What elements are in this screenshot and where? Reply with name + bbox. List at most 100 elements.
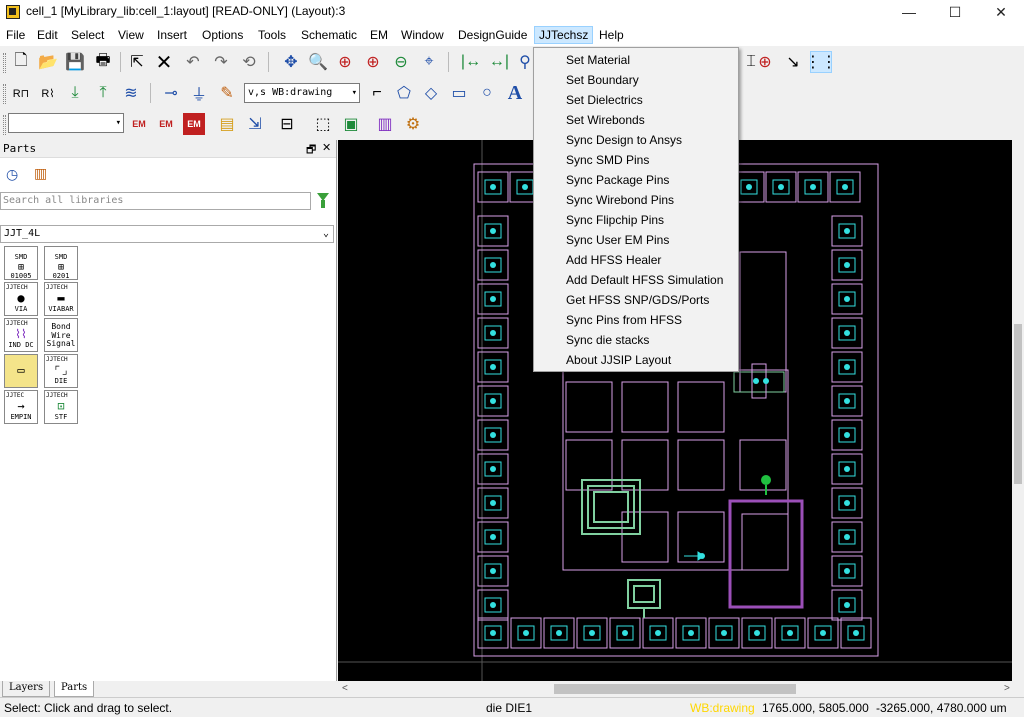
toolbar-grip[interactable] — [3, 53, 6, 73]
ground-icon[interactable]: ⏚ — [188, 82, 210, 104]
port-editor-icon[interactable]: ⇲ — [244, 113, 266, 135]
menu-select[interactable]: Select — [67, 26, 108, 44]
component-icon[interactable]: ⊟ — [276, 113, 298, 135]
menuitem-get-hfss-snp-gds-ports[interactable]: Get HFSS SNP/GDS/Ports — [535, 290, 737, 310]
search-input[interactable]: Search all libraries — [0, 192, 311, 210]
save-icon[interactable]: 💾 — [64, 51, 86, 73]
scroll-left-icon[interactable]: < — [342, 683, 348, 694]
menu-options[interactable]: Options — [198, 26, 247, 44]
menuitem-sync-die-stacks[interactable]: Sync die stacks — [535, 330, 737, 350]
snap-icon[interactable]: ↘ — [782, 51, 804, 73]
pop-out-icon[interactable]: ⤒ — [92, 82, 114, 104]
menuitem-set-dielectrics[interactable]: Set Dielectrics — [535, 90, 737, 110]
empty-combo[interactable]: ▾ — [8, 113, 124, 133]
vertical-scrollbar[interactable] — [1012, 140, 1024, 681]
3d-solid-icon[interactable]: ▣ — [340, 113, 362, 135]
menuitem-sync-user-em-pins[interactable]: Sync User EM Pins — [535, 230, 737, 250]
menuitem-add-hfss-healer[interactable]: Add HFSS Healer — [535, 250, 737, 270]
part-smd-01005[interactable]: SMD ⊞ 01005 — [4, 246, 38, 280]
maximize-button[interactable]: ☐ — [932, 0, 978, 24]
vertical-scroll-thumb[interactable] — [1014, 324, 1022, 484]
trace-icon[interactable]: ⌐ — [366, 82, 388, 104]
menuitem-set-wirebonds[interactable]: Set Wirebonds — [535, 110, 737, 130]
menuitem-sync-smd-pins[interactable]: Sync SMD Pins — [535, 150, 737, 170]
zoom-area-icon[interactable]: 🔍 — [307, 51, 329, 73]
open-folder-icon[interactable]: 📂 — [37, 51, 59, 73]
push-into-icon[interactable]: ⤓ — [64, 82, 86, 104]
rectangle-icon[interactable]: ▭ — [448, 82, 470, 104]
float-panel-icon[interactable]: 🗗 — [306, 141, 316, 160]
pencil-icon[interactable]: ✎ — [216, 82, 238, 104]
menuitem-sync-pins-from-hfss[interactable]: Sync Pins from HFSS — [535, 310, 737, 330]
em-simulate-icon[interactable]: EM — [155, 113, 177, 135]
menu-edit[interactable]: Edit — [33, 26, 62, 44]
fit-view-icon[interactable]: ⌖ — [418, 51, 440, 73]
cross-target-icon[interactable]: ⊕ — [754, 51, 776, 73]
part-stf[interactable]: JJTECH ⊡ STF — [44, 390, 78, 424]
zoom-out-icon[interactable]: ⊖ — [390, 51, 412, 73]
substrate-icon[interactable]: ▤ — [216, 113, 238, 135]
polyline-icon[interactable]: ◇ — [420, 82, 442, 104]
menuitem-set-material[interactable]: Set Material — [535, 50, 737, 70]
3d-view-icon[interactable]: ⬚ — [312, 113, 334, 135]
em-run-icon[interactable]: EM — [183, 113, 205, 135]
tab-layers[interactable]: Layers — [2, 681, 51, 697]
grid-icon[interactable]: ⋮⋮ — [805, 51, 837, 73]
zoom-in-icon[interactable]: ⊕ — [334, 51, 356, 73]
menu-designguide[interactable]: DesignGuide — [454, 26, 531, 44]
menuitem-sync-package-pins[interactable]: Sync Package Pins — [535, 170, 737, 190]
menuitem-sync-design-to-ansys[interactable]: Sync Design to Ansys — [535, 130, 737, 150]
filter-icon[interactable] — [317, 193, 329, 208]
new-file-icon[interactable]: 🗋 — [10, 51, 32, 73]
align-center-icon[interactable]: ↔| — [488, 51, 510, 73]
menuitem-sync-wirebond-pins[interactable]: Sync Wirebond Pins — [535, 190, 737, 210]
menu-view[interactable]: View — [114, 26, 148, 44]
port-icon[interactable]: ⊸ — [160, 82, 182, 104]
zoom-in-2x-icon[interactable]: ⊕ — [362, 51, 384, 73]
close-panel-icon[interactable]: ✕ — [322, 141, 331, 154]
select-pointer-icon[interactable]: ⇱ — [126, 51, 148, 73]
text-icon[interactable]: A — [504, 82, 526, 104]
menuitem-about-jjsip-layout[interactable]: About JJSIP Layout — [535, 350, 737, 370]
repeat-icon[interactable]: ⟲ — [238, 51, 260, 73]
horizontal-scrollbar[interactable]: < > — [338, 681, 1024, 697]
align-left-icon[interactable]: |↔ — [460, 51, 482, 73]
part-bond-wire[interactable]: Bond Wire Signal — [44, 318, 78, 352]
horizontal-scroll-thumb[interactable] — [554, 684, 796, 694]
menuitem-add-default-hfss-simulation[interactable]: Add Default HFSS Simulation — [535, 270, 737, 290]
gears-icon[interactable]: ⚙ — [402, 113, 424, 135]
menuitem-set-boundary[interactable]: Set Boundary — [535, 70, 737, 90]
circle-icon[interactable]: ○ — [476, 82, 498, 104]
layer-combo[interactable]: v,s WB:drawing ▾ — [244, 83, 360, 103]
part-viabar[interactable]: JJTECH ▬ VIABAR — [44, 282, 78, 316]
print-icon[interactable]: 🖶 — [92, 51, 114, 73]
library-select[interactable]: JJT_4L ⌄ — [0, 225, 334, 243]
part-via[interactable]: JJTECH ● VIA — [4, 282, 38, 316]
toolbar-grip[interactable] — [3, 84, 6, 104]
redo-icon[interactable]: ↷ — [210, 51, 232, 73]
part-die[interactable]: JJTECH ⌜⌟ DIE — [44, 354, 78, 388]
undo-icon[interactable]: ↶ — [182, 51, 204, 73]
close-button[interactable]: ✕ — [978, 0, 1024, 24]
menu-schematic[interactable]: Schematic — [297, 26, 361, 44]
color-palette-icon[interactable]: ▥ — [374, 113, 396, 135]
menu-window[interactable]: Window — [397, 26, 448, 44]
delete-icon[interactable]: ✕ — [153, 51, 175, 74]
scroll-right-icon[interactable]: > — [1004, 683, 1010, 694]
part-pad[interactable]: ▭ — [4, 354, 38, 388]
minimize-button[interactable]: — — [886, 0, 932, 24]
recent-clock-icon[interactable]: ◷ — [6, 166, 18, 183]
menu-insert[interactable]: Insert — [153, 26, 191, 44]
library-books-icon[interactable]: ▥ — [34, 165, 47, 182]
toolbar-grip[interactable] — [3, 115, 6, 135]
polygon-icon[interactable]: ⬠ — [393, 82, 415, 104]
rf-component-icon[interactable]: R⌇ — [37, 82, 59, 104]
part-empin[interactable]: JJTEC → EMPIN — [4, 390, 38, 424]
tab-parts[interactable]: Parts — [54, 681, 95, 697]
layer-stack-icon[interactable]: ≋ — [120, 82, 142, 104]
part-smd-0201[interactable]: SMD ⊞ 0201 — [44, 246, 78, 280]
em-setup-icon[interactable]: EM — [128, 113, 150, 135]
menu-em[interactable]: EM — [366, 26, 392, 44]
menu-help[interactable]: Help — [595, 26, 628, 44]
menuitem-sync-flipchip-pins[interactable]: Sync Flipchip Pins — [535, 210, 737, 230]
